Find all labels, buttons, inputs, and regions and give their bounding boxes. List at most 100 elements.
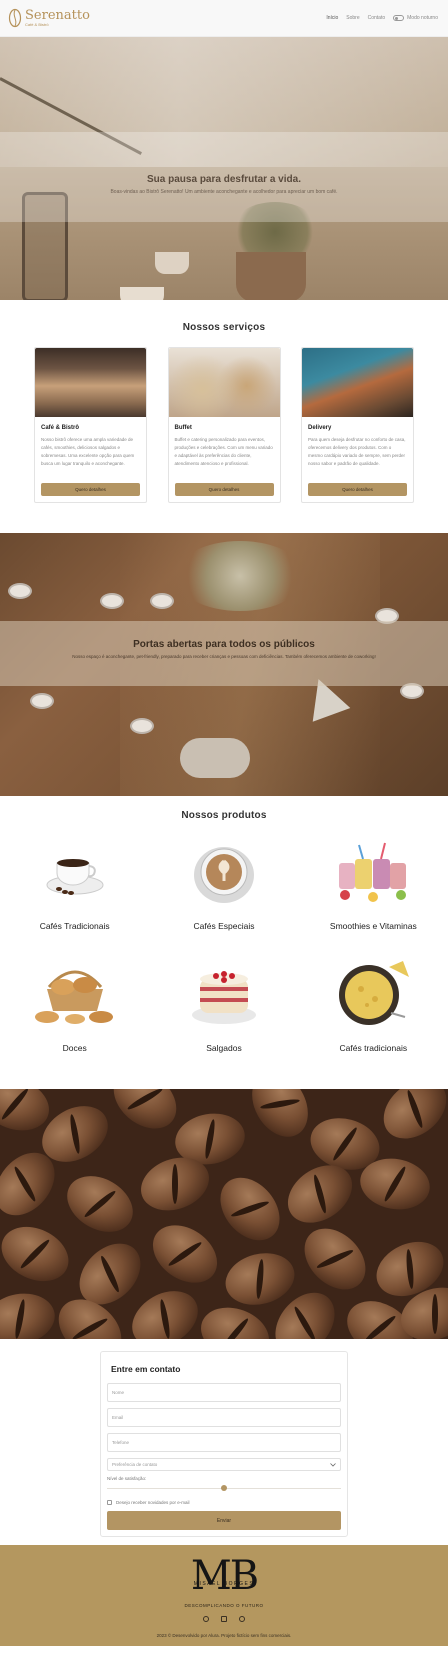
checkbox-box[interactable] bbox=[107, 1500, 112, 1505]
contact-preference-value: Preferência de contato bbox=[112, 1462, 158, 1467]
name-field[interactable]: Nome bbox=[107, 1383, 341, 1402]
nav-item-inicio[interactable]: Início bbox=[326, 15, 338, 21]
brand-logo[interactable]: Serenatto Café & Bistrô bbox=[8, 8, 90, 28]
open-doors-banner: Portas abertas para todos os públicos No… bbox=[0, 533, 448, 796]
submit-button[interactable]: Enviar bbox=[107, 1511, 341, 1530]
services-section: Nossos serviços Café & Bistrô Nosso bist… bbox=[0, 300, 448, 533]
details-button[interactable]: Quero detalhes bbox=[41, 483, 140, 496]
contact-title: Entre em contato bbox=[111, 1364, 181, 1374]
mb-logo-letters: MB bbox=[190, 1553, 259, 1599]
newsletter-checkbox[interactable]: Desejo receber novidades por e-mail bbox=[107, 1500, 341, 1505]
night-mode-label: Modo noturno bbox=[407, 15, 438, 21]
service-card-delivery: Delivery Para quem deseja desfrutar no c… bbox=[301, 347, 414, 503]
contact-preference-select[interactable]: Preferência de contato bbox=[107, 1458, 341, 1471]
coffee-bean-image bbox=[141, 1213, 229, 1295]
product-doces[interactable]: Doces bbox=[0, 957, 149, 1079]
cup-image bbox=[8, 583, 32, 599]
email-field[interactable]: Email bbox=[107, 1408, 341, 1427]
flowers-image bbox=[175, 541, 305, 611]
flower-pot-image bbox=[236, 252, 306, 300]
satisfaction-slider[interactable] bbox=[107, 1484, 341, 1494]
service-card-buffet: Buffet Buffet e catering personalizado p… bbox=[167, 347, 281, 503]
quiche-image bbox=[339, 961, 410, 1025]
main-nav: Início Sobre Contato Modo noturno bbox=[326, 15, 438, 21]
doors-title: Portas abertas para todos os públicos bbox=[133, 639, 315, 650]
phone-field[interactable]: Telefone bbox=[107, 1433, 341, 1452]
contact-form: Entre em contato Nome Email Telefone Pre… bbox=[100, 1351, 348, 1537]
card-description: Nosso bistrô oferece uma ampla variedade… bbox=[41, 437, 135, 466]
product-cafes-tradicionais[interactable]: Cafés Tradicionais bbox=[0, 835, 149, 957]
card-description: Buffet e catering personalizado para eve… bbox=[174, 437, 273, 466]
coffee-cup-image bbox=[46, 859, 104, 895]
mb-logo: MB MISAEL BORGES bbox=[0, 1555, 448, 1597]
delivery-image bbox=[302, 348, 413, 417]
coffee-bean-image bbox=[0, 1216, 78, 1292]
toggle-switch-icon[interactable] bbox=[393, 15, 405, 21]
coffee-bean-image bbox=[208, 1166, 292, 1252]
cup-image bbox=[155, 252, 189, 274]
services-cards: Café & Bistrô Nosso bistrô oferece uma a… bbox=[0, 347, 448, 503]
linkedin-icon[interactable] bbox=[221, 1616, 227, 1622]
doors-subtitle: Nosso espaço é aconchegante, pet-friendl… bbox=[72, 654, 376, 659]
latte-art-image bbox=[193, 847, 254, 903]
coffee-bean-image bbox=[292, 1216, 378, 1302]
night-mode-toggle[interactable]: Modo noturno bbox=[393, 15, 438, 21]
coffee-bean-image bbox=[102, 1089, 188, 1141]
doors-text: Portas abertas para todos os públicos No… bbox=[0, 639, 448, 659]
hero-banner: Sua pausa para desfrutar a vida. Boas-vi… bbox=[0, 37, 448, 300]
services-title: Nossos serviços bbox=[182, 322, 266, 333]
hand-image bbox=[180, 738, 250, 778]
satisfaction-label: Nível de satisfação: bbox=[107, 1476, 147, 1481]
contact-section: Entre em contato Nome Email Telefone Pre… bbox=[0, 1339, 448, 1545]
product-smoothies-vitaminas[interactable]: Smoothies e Vitaminas bbox=[299, 835, 448, 957]
site-header: Serenatto Café & Bistrô Início Sobre Con… bbox=[0, 0, 448, 37]
brand-subtitle: Café & Bistrô bbox=[25, 22, 49, 27]
product-salgados[interactable]: Salgados bbox=[149, 957, 298, 1079]
coffee-bean-image bbox=[57, 1164, 143, 1244]
newsletter-label: Desejo receber novidades por e-mail bbox=[116, 1500, 190, 1505]
github-icon[interactable] bbox=[239, 1616, 245, 1622]
product-name: Cafés tradicionais bbox=[339, 1043, 408, 1053]
mb-logo-name: MISAEL BORGES bbox=[193, 1581, 255, 1587]
coffee-bean-logo-icon bbox=[8, 8, 22, 28]
slider-thumb[interactable] bbox=[221, 1485, 227, 1491]
hero-subtitle: Boas-vindas ao Bistrô Serenatto! Um ambi… bbox=[110, 189, 338, 195]
copyright: 2023 © Desenvolvido por Alura. Projeto f… bbox=[156, 1633, 292, 1638]
details-button[interactable]: Quero detalhes bbox=[174, 483, 274, 496]
details-button[interactable]: Quero detalhes bbox=[308, 483, 407, 496]
site-footer: MB MISAEL BORGES DESCOMPLICANDO O FUTURO… bbox=[0, 1545, 448, 1646]
product-cafes-tradicionais-2[interactable]: Cafés tradicionais bbox=[299, 957, 448, 1079]
service-card-cafe-bistro: Café & Bistrô Nosso bistrô oferece uma a… bbox=[34, 347, 147, 503]
brand-name: Serenatto bbox=[25, 8, 90, 23]
products-title: Nossos produtos bbox=[181, 810, 267, 821]
products-grid: Cafés Tradicionais Cafés Especiais Smoot… bbox=[0, 835, 448, 1079]
cup-image bbox=[30, 693, 54, 709]
layered-cake-image bbox=[191, 971, 256, 1024]
coffee-bean-image bbox=[219, 1245, 301, 1313]
card-description: Para quem deseja desfrutar no conforto d… bbox=[308, 437, 406, 466]
smoothies-image bbox=[339, 842, 407, 902]
cup-image bbox=[120, 287, 164, 300]
social-links bbox=[0, 1616, 448, 1622]
hero-text: Sua pausa para desfrutar a vida. Boas-vi… bbox=[0, 174, 448, 195]
product-name: Smoothies e Vitaminas bbox=[329, 921, 417, 931]
nav-item-sobre[interactable]: Sobre bbox=[346, 15, 359, 21]
card-title: Café & Bistrô bbox=[41, 425, 80, 431]
cup-image bbox=[150, 593, 174, 609]
cup-image bbox=[100, 593, 124, 609]
buffet-image bbox=[168, 348, 280, 417]
coffee-bean-image bbox=[372, 1089, 448, 1151]
product-cafes-especiais[interactable]: Cafés Especiais bbox=[149, 835, 298, 957]
coffee-bean-image bbox=[240, 1089, 320, 1147]
bread-basket-image bbox=[34, 970, 113, 1024]
product-name: Cafés Especiais bbox=[193, 921, 255, 931]
card-title: Buffet bbox=[174, 425, 192, 431]
cup-image bbox=[130, 718, 154, 734]
coffee-bean-image bbox=[122, 1279, 208, 1339]
whatsapp-icon[interactable] bbox=[203, 1616, 209, 1622]
product-name: Doces bbox=[62, 1043, 87, 1053]
card-title: Delivery bbox=[308, 425, 332, 431]
footer-tagline: DESCOMPLICANDO O FUTURO bbox=[184, 1603, 264, 1608]
hero-title: Sua pausa para desfrutar a vida. bbox=[147, 174, 301, 185]
nav-item-contato[interactable]: Contato bbox=[368, 15, 386, 21]
